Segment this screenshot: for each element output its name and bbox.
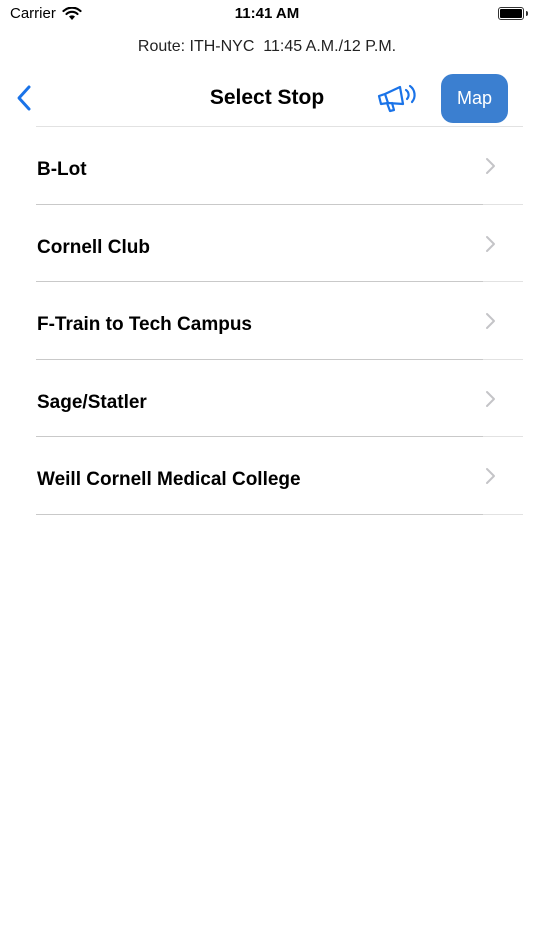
stop-row-b-lot[interactable]: B-Lot xyxy=(0,127,534,205)
row-divider xyxy=(36,513,523,515)
chevron-right-icon xyxy=(486,468,495,484)
navigation-bar: Select Stop Map xyxy=(0,70,534,126)
stop-label: Cornell Club xyxy=(37,236,150,258)
stop-row-cornell-club[interactable]: Cornell Club xyxy=(0,205,534,282)
stop-row-f-train[interactable]: F-Train to Tech Campus xyxy=(0,282,534,360)
stop-row-weill-cornell[interactable]: Weill Cornell Medical College xyxy=(0,437,534,515)
announcements-button[interactable] xyxy=(376,82,420,116)
chevron-right-icon xyxy=(486,235,495,252)
megaphone-icon xyxy=(377,84,416,113)
chevron-right-icon xyxy=(486,390,495,407)
map-button[interactable]: Map xyxy=(441,74,508,123)
stop-label: B-Lot xyxy=(37,159,87,180)
stop-label: F-Train to Tech Campus xyxy=(37,314,253,335)
stop-label: Sage/Statler xyxy=(37,391,147,413)
route-info: Route: ITH-NYC 11:45 A.M./12 P.M. xyxy=(137,38,397,55)
chevron-right-icon xyxy=(486,313,495,329)
chevron-right-icon xyxy=(486,158,495,174)
battery-icon xyxy=(498,7,528,20)
stop-list: B-Lot Cornell Club F-Train to Tech Campu… xyxy=(0,127,534,515)
status-time: 11:41 AM xyxy=(234,5,300,22)
status-bar: Carrier 11:41 AM xyxy=(0,0,534,30)
stop-label: Weill Cornell Medical College xyxy=(37,469,301,490)
stop-row-sage-statler[interactable]: Sage/Statler xyxy=(0,360,534,437)
